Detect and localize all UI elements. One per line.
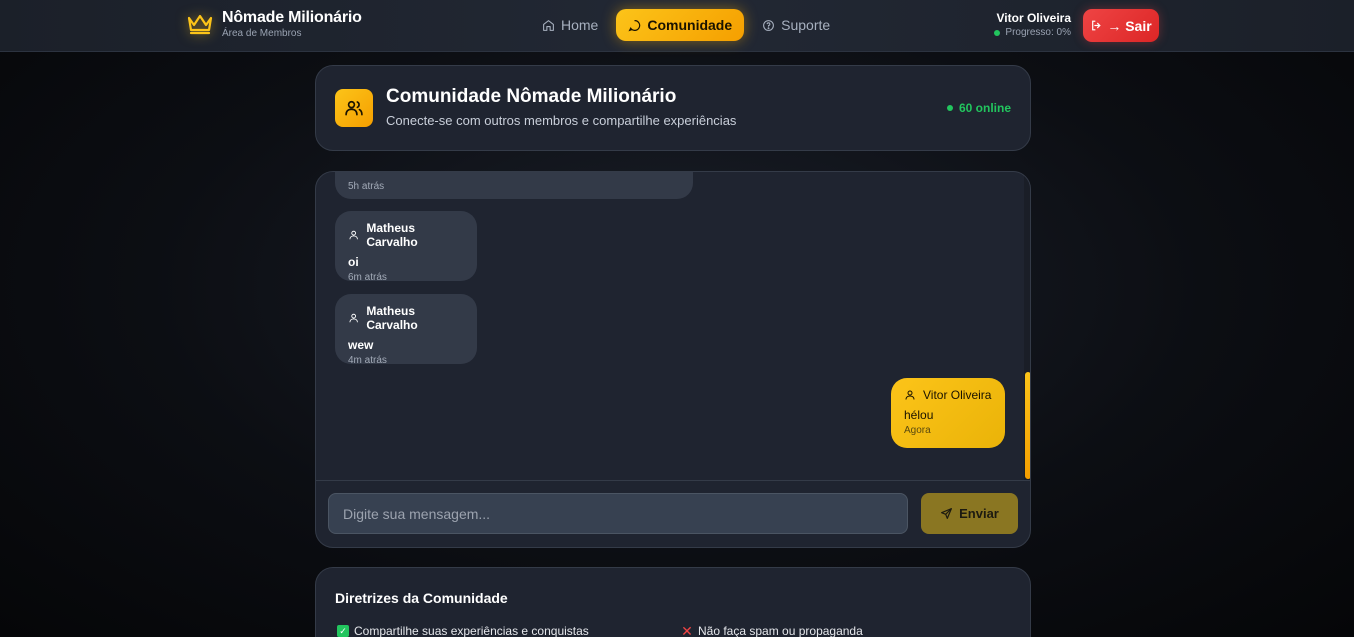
message-text: wew [348,338,374,352]
page-title: Comunidade Nômade Milionário [386,86,677,107]
message-author: Vitor Oliveira [904,388,992,402]
user-icon [905,390,915,400]
guideline-text: Não faça spam ou propaganda [698,624,863,637]
message-author-name: Vitor Oliveira [923,388,992,402]
help-circle-icon [763,19,775,31]
guideline-text: Compartilhe suas experiências e conquist… [354,624,589,637]
check-icon: ✓ [337,625,349,637]
guideline-item: ✓ Compartilhe suas experiências e conqui… [337,624,589,637]
online-count: 60 online [946,101,1011,115]
message-author: Matheus Carvalho [348,304,464,332]
chat-panel: 5h atrás Matheus Carvalho oi 6m atrás Ma… [315,171,1031,548]
nav-support[interactable]: Suporte [750,9,842,41]
message-author: Matheus Carvalho [348,221,464,249]
chat-bubble-icon [628,19,641,31]
top-navbar: Nômade Milionário Área de Membros Home C… [0,0,1354,52]
user-progress: Progresso: 0% [985,26,1071,39]
divider [316,480,1030,481]
brand-subtitle: Área de Membros [222,28,302,39]
community-header: Comunidade Nômade Milionário Conecte-se … [315,65,1031,151]
message-input[interactable] [328,493,908,534]
logout-icon [1092,20,1101,31]
main-nav: Home Comunidade Suporte [530,9,848,41]
message-time: 5h atrás [348,181,385,192]
nav-home[interactable]: Home [530,9,610,41]
status-dot [994,29,1001,36]
user-info: Vitor Oliveira Progresso: 0% [985,11,1071,39]
page-subtitle: Conecte-se com outros membros e comparti… [386,113,737,128]
user-progress-text: Progresso: 0% [1005,27,1071,38]
send-button[interactable]: Enviar [921,493,1018,534]
nav-support-label: Suporte [781,17,831,33]
message-text: oi [348,255,359,269]
message-author-name: Matheus Carvalho [366,304,418,332]
message-list[interactable]: 5h atrás Matheus Carvalho oi 6m atrás Ma… [316,172,1024,480]
message-time: Agora [904,425,931,436]
user-icon [349,313,358,323]
guidelines-title: Diretrizes da Comunidade [335,590,508,606]
message-time: 6m atrás [348,272,387,283]
brand-title: Nômade Milionário [222,9,362,26]
logout-button[interactable]: → Sair [1083,9,1159,42]
nav-community[interactable]: Comunidade [616,9,745,41]
message-time: 4m atrás [348,355,387,366]
send-icon [941,508,953,519]
brand[interactable]: Nômade Milionário Área de Membros [184,8,362,40]
user-icon [349,230,358,240]
guideline-item: ✕ Não faça spam ou propaganda [681,622,863,637]
nav-home-label: Home [561,17,599,33]
users-icon [335,89,373,127]
guidelines-panel: Diretrizes da Comunidade ✓ Compartilhe s… [315,567,1031,637]
message-author-name: Matheus Carvalho [366,221,418,249]
online-dot [946,105,953,111]
home-icon [543,19,554,31]
message-bubble: Matheus Carvalho wew 4m atrás [335,294,477,366]
online-count-text: 60 online [958,101,1011,115]
logout-label: → Sair [1107,17,1152,34]
crown-icon [184,8,216,40]
user-name: Vitor Oliveira [996,11,1071,25]
nav-community-label: Comunidade [647,17,733,33]
send-label: Enviar [959,506,999,521]
message-bubble-own: Vitor Oliveira hélou Agora [891,378,1005,448]
message-text: hélou [904,408,934,422]
message-bubble: 5h atrás [335,172,693,199]
cross-icon: ✕ [681,622,693,637]
scrollbar-thumb[interactable] [1025,372,1030,479]
message-bubble: Matheus Carvalho oi 6m atrás [335,211,477,283]
